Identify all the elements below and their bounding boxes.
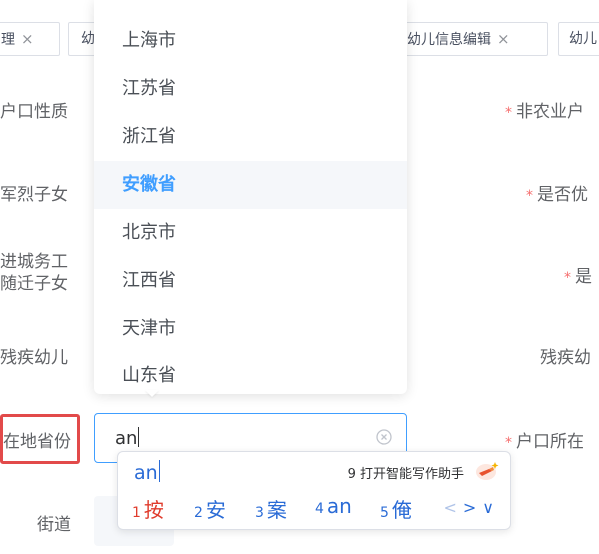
ime-assistant-link[interactable]: 9 打开智能写作助手: [348, 463, 464, 482]
street-label: 街道: [37, 515, 71, 535]
dropdown-option-selected[interactable]: 安徽省: [94, 161, 407, 209]
tab-child-2[interactable]: 幼儿: [558, 22, 599, 56]
candidate-number: 2: [194, 505, 203, 521]
ime-candidate[interactable]: 2安: [194, 494, 226, 523]
hukou-nature-label: 户口性质: [0, 102, 68, 122]
text-caret: [138, 427, 140, 447]
non-agri-text: 非农业户: [516, 102, 584, 122]
candidate-number: 5: [380, 505, 389, 521]
ime-composition-text: an: [134, 462, 158, 484]
disabled-child-label: 残疾幼儿: [0, 348, 68, 368]
hukou-location-text: 户口所在: [516, 432, 584, 452]
dropdown-option[interactable]: 江苏省: [94, 65, 407, 113]
required-mark: *: [505, 105, 512, 121]
migrant-child-label: 进城务工 随迁子女: [0, 251, 68, 295]
ime-candidate[interactable]: 3案: [255, 494, 287, 523]
chevron-down-icon[interactable]: ∨: [482, 498, 500, 517]
province-input-text: an: [115, 428, 138, 449]
candidate-number: 3: [255, 505, 264, 521]
ai-assistant-icon[interactable]: [474, 459, 500, 481]
required-mark: *: [505, 435, 512, 451]
candidate-number: 1: [132, 505, 141, 521]
migrant-label-line2: 随迁子女: [0, 274, 68, 294]
ime-caret: [158, 460, 160, 482]
province-label-highlight: [0, 414, 80, 464]
candidate-text: 按: [143, 498, 164, 522]
dropdown-option[interactable]: 上海市: [94, 17, 407, 65]
province-dropdown: 上海市 江苏省 浙江省 安徽省 北京市 江西省 天津市 山东省: [94, 0, 407, 394]
province-input-value[interactable]: an: [115, 427, 140, 449]
tab-label: 理: [1, 32, 15, 48]
chevron-left-icon[interactable]: <: [443, 498, 462, 517]
tab-management[interactable]: 理 ×: [0, 22, 60, 56]
ime-candidate-window: an 9 打开智能写作助手 1按 2安 3案 4 an 5俺 <>∨: [117, 451, 511, 530]
tab-label: 幼儿: [569, 31, 597, 47]
non-agri-label: * 非农业户: [505, 97, 584, 122]
hukou-location-label: * 户口所在: [505, 427, 584, 452]
is-text: 是: [575, 267, 592, 287]
chevron-right-icon[interactable]: >: [463, 498, 482, 517]
ime-nav: <>∨: [443, 498, 500, 517]
preferential-text: 是否优: [537, 185, 588, 205]
ime-candidate[interactable]: 1按: [132, 494, 164, 523]
dropdown-option[interactable]: 江西省: [94, 257, 407, 305]
required-mark: *: [526, 188, 533, 204]
ime-composition: an: [134, 460, 160, 484]
ime-candidate[interactable]: 5俺: [380, 494, 412, 523]
is-label: * 是: [564, 262, 592, 287]
dropdown-option[interactable]: 北京市: [94, 209, 407, 257]
preferential-label: * 是否优: [526, 180, 588, 205]
candidate-text: 案: [266, 498, 287, 522]
tab-label: 幼: [81, 31, 95, 47]
candidate-text: 安: [205, 498, 226, 522]
dropdown-option[interactable]: 山东省: [94, 352, 407, 392]
close-icon[interactable]: ×: [497, 30, 510, 48]
tab-child-info-edit[interactable]: 幼儿信息编辑 ×: [394, 22, 548, 56]
dropdown-option[interactable]: 浙江省: [94, 113, 407, 161]
dropdown-arrow: [145, 390, 159, 397]
dropdown-option[interactable]: 天津市: [94, 305, 407, 353]
close-icon[interactable]: ×: [21, 30, 34, 48]
candidate-text: an: [326, 494, 352, 518]
martyr-child-label: 军烈子女: [0, 185, 68, 205]
required-mark: *: [564, 270, 571, 286]
tab-label: 幼儿信息编辑: [407, 32, 491, 48]
ime-candidate[interactable]: 4 an: [315, 494, 352, 518]
clear-icon[interactable]: [376, 429, 392, 445]
migrant-label-line1: 进城务工: [0, 252, 68, 272]
candidate-text: 俺: [391, 498, 412, 522]
disabled-right-label: 残疾幼: [540, 348, 591, 368]
candidate-number: 4: [315, 501, 324, 517]
